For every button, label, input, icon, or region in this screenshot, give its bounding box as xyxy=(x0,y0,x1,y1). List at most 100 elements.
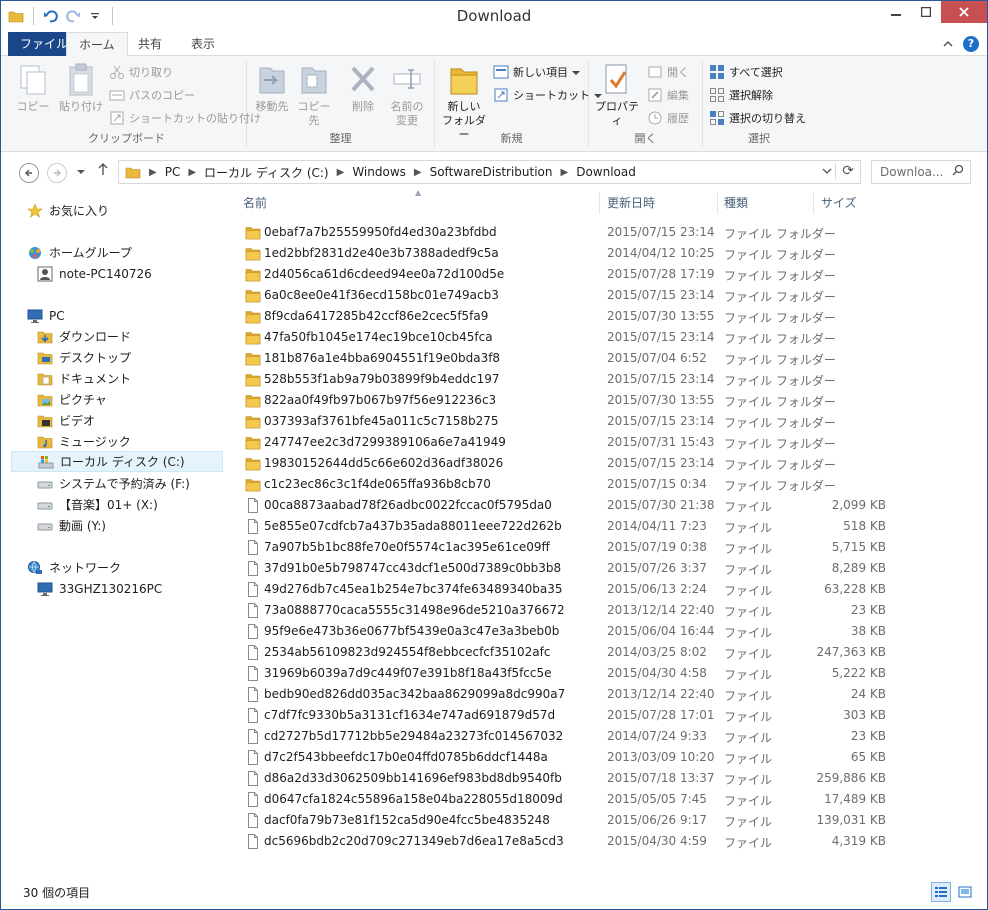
rename-button[interactable]: 名前の 変更 xyxy=(385,60,429,128)
nav-videos[interactable]: ビデオ xyxy=(37,410,95,431)
shortcut-button[interactable]: ショートカット xyxy=(493,85,602,105)
folder-row[interactable]: 2d4056ca61d6cdeed94ee0a72d100d5e 2015/07/… xyxy=(231,264,981,285)
file-row[interactable]: dc5696bdb2c20d709c271349eb7d6ea17e8a5cd3… xyxy=(231,831,981,852)
file-row[interactable]: 2534ab56109823d924554f8ebbcecfcf35102afc… xyxy=(231,642,981,663)
search-box[interactable]: Downloa... xyxy=(871,160,971,184)
invert-selection-button[interactable]: 選択の切り替え xyxy=(709,108,806,128)
file-row[interactable]: 73a0888770caca5555c31498e96de5210a376672… xyxy=(231,600,981,621)
file-name: 47fa50fb1045e174ec19bce10cb45fca xyxy=(264,330,493,344)
nav-documents[interactable]: ドキュメント xyxy=(37,368,131,389)
nav-homegroup[interactable]: ホームグループ xyxy=(27,242,132,263)
search-icon[interactable] xyxy=(952,164,964,179)
nav-music[interactable]: ミュージック xyxy=(37,431,131,452)
file-row[interactable]: 95f9e6e473b36e0677bf5439e0a3c47e3a3beb0b… xyxy=(231,621,981,642)
file-row[interactable]: d0647cfa1824c55896a158e04ba228055d18009d… xyxy=(231,789,981,810)
refresh-icon[interactable]: ⟳ xyxy=(835,163,854,179)
details-view-button[interactable] xyxy=(931,882,951,902)
folder-row[interactable]: 8f9cda6417285b42ccf86e2cec5f5fa9 2015/07/… xyxy=(231,306,981,327)
ribbon: コピー 貼り付け 切り取り パスのコピー ショートカットの貼り付け クリップボー… xyxy=(1,56,987,152)
tab-view[interactable]: 表示 xyxy=(179,32,227,56)
nav-system-reserved[interactable]: システムで予約済み (F:) xyxy=(37,473,190,494)
close-button[interactable] xyxy=(941,1,987,23)
nav-downloads[interactable]: ダウンロード xyxy=(37,326,131,347)
breadcrumb-arrow[interactable]: ▶ xyxy=(149,167,157,178)
move-to-button[interactable]: 移動先 xyxy=(251,60,293,114)
open-label: 開く xyxy=(667,66,689,79)
copy-button[interactable]: コピー xyxy=(13,60,53,114)
file-row[interactable]: 37d91b0e5b798747cc43dcf1e500d7389c0bb3b8… xyxy=(231,558,981,579)
address-dropdown-icon[interactable] xyxy=(822,165,832,178)
file-row[interactable]: 00ca8873aabad78f26adbc0022fccac0f5795da0… xyxy=(231,495,981,516)
folder-row[interactable]: 037393af3761bfe45a011c5c7158b275 2015/07/… xyxy=(231,411,981,432)
nav-pc[interactable]: PC xyxy=(27,305,65,326)
nav-video-drive[interactable]: 動画 (Y:) xyxy=(37,515,106,536)
file-row[interactable]: dacf0fa79b73e81f152ca5d90e4fcc5be4835248… xyxy=(231,810,981,831)
column-header-size[interactable]: サイズ xyxy=(809,192,899,214)
folder-row[interactable]: 47fa50fb1045e174ec19bce10cb45fca 2015/07/… xyxy=(231,327,981,348)
nav-music-drive[interactable]: 【音楽】01+ (X:) xyxy=(37,494,158,515)
delete-button[interactable]: 削除 xyxy=(343,60,383,114)
cut-button[interactable]: 切り取り xyxy=(109,62,173,82)
select-all-button[interactable]: すべて選択 xyxy=(709,62,783,82)
column-header-type[interactable]: 種類 xyxy=(712,192,808,214)
nav-homegroup-user[interactable]: note-PC140726 xyxy=(37,263,152,284)
file-row[interactable]: 49d276db7c45ea1b254e7bc374fe63489340ba35… xyxy=(231,579,981,600)
up-button[interactable] xyxy=(97,162,109,179)
breadcrumb-windows[interactable]: Windows xyxy=(352,165,406,179)
nav-favorites[interactable]: お気に入り xyxy=(27,200,109,221)
folder-row[interactable]: 0ebaf7a7b25559950fd4ed30a23bfdbd 2015/07/… xyxy=(231,222,981,243)
folder-row[interactable]: 822aa0f49fb97b067b97f56e912236c3 2015/07/… xyxy=(231,390,981,411)
column-header-date[interactable]: 更新日時 xyxy=(595,192,715,214)
breadcrumb-arrow[interactable]: ▶ xyxy=(414,167,422,178)
forward-button[interactable] xyxy=(47,163,67,183)
large-icons-view-button[interactable] xyxy=(955,882,975,902)
breadcrumb-pc[interactable]: PC xyxy=(165,165,181,179)
file-row[interactable]: 5e855e07cdfcb7a437b35ada88011eee722d262b… xyxy=(231,516,981,537)
file-row[interactable]: d86a2d33d3062509bb141696ef983bd8db9540fb… xyxy=(231,768,981,789)
breadcrumb-softwaredistribution[interactable]: SoftwareDistribution xyxy=(430,165,553,179)
minimize-button[interactable] xyxy=(881,1,911,23)
address-bar[interactable]: ▶ PC ▶ ローカル ディスク (C:) ▶ Windows ▶ Softwa… xyxy=(118,160,861,184)
file-row[interactable]: cd2727b5d17712bb5e29484a23273fc014567032… xyxy=(231,726,981,747)
breadcrumb-local-disk[interactable]: ローカル ディスク (C:) xyxy=(204,164,329,181)
paste-button[interactable]: 貼り付け xyxy=(57,60,105,114)
folder-row[interactable]: 247747ee2c3d7299389106a6e7a41949 2015/07/… xyxy=(231,432,981,453)
help-icon[interactable]: ? xyxy=(963,36,979,52)
new-item-button[interactable]: 新しい項目 xyxy=(493,62,580,82)
folder-row[interactable]: 181b876a1e4bba6904551f19e0bda3f8 2015/07/… xyxy=(231,348,981,369)
folder-row[interactable]: c1c23ec86c3c1f4de065ffa936b8cb70 2015/07/… xyxy=(231,474,981,495)
copy-to-button[interactable]: コピー先 xyxy=(293,60,335,128)
paste-shortcut-button[interactable]: ショートカットの貼り付け xyxy=(109,108,261,128)
column-header-name[interactable]: 名前 xyxy=(231,192,599,214)
file-row[interactable]: 7a907b5b1bc88fe70e0f5574c1ac395e61ce09ff… xyxy=(231,537,981,558)
breadcrumb-arrow[interactable]: ▶ xyxy=(337,167,345,178)
file-row[interactable]: c7df7fc9330b5a3131cf1634e747ad691879d57d… xyxy=(231,705,981,726)
history-button[interactable]: 履歴 xyxy=(647,108,689,128)
file-row[interactable]: bedb90ed826dd035ac342baa8629099a8dc990a7… xyxy=(231,684,981,705)
maximize-button[interactable] xyxy=(911,1,941,23)
edit-button[interactable]: 編集 xyxy=(647,85,689,105)
recent-locations-dropdown[interactable] xyxy=(77,164,85,178)
folder-row[interactable]: 6a0c8ee0e41f36ecd158bc01e749acb3 2015/07/… xyxy=(231,285,981,306)
nav-network-pc[interactable]: 33GHZ130216PC xyxy=(37,578,162,599)
breadcrumb-arrow[interactable]: ▶ xyxy=(561,167,569,178)
nav-desktop[interactable]: デスクトップ xyxy=(37,347,131,368)
nav-network[interactable]: ネットワーク xyxy=(27,557,121,578)
select-none-button[interactable]: 選択解除 xyxy=(709,85,773,105)
tab-home[interactable]: ホーム xyxy=(66,32,128,57)
copy-path-button[interactable]: パスのコピー xyxy=(109,85,195,105)
back-button[interactable] xyxy=(19,163,39,183)
file-row[interactable]: d7c2f543bbeefdc17b0e04ffd0785b6ddcf1448a… xyxy=(231,747,981,768)
collapse-ribbon-icon[interactable] xyxy=(943,37,953,51)
properties-button[interactable]: プロパティ xyxy=(591,60,643,128)
tab-share[interactable]: 共有 xyxy=(126,32,174,56)
breadcrumb-arrow[interactable]: ▶ xyxy=(188,167,196,178)
folder-row[interactable]: 528b553f1ab9a79b03899f9b4eddc197 2015/07/… xyxy=(231,369,981,390)
nav-pictures[interactable]: ピクチャ xyxy=(37,389,107,410)
open-button[interactable]: 開く xyxy=(647,62,689,82)
nav-local-disk[interactable]: ローカル ディスク (C:) xyxy=(11,451,223,472)
breadcrumb-download[interactable]: Download xyxy=(576,165,636,179)
folder-row[interactable]: 1ed2bbf2831d2e40e3b7388adedf9c5a 2014/04/… xyxy=(231,243,981,264)
file-row[interactable]: 31969b6039a7d9c449f07e391b8f18a43f5fcc5e… xyxy=(231,663,981,684)
folder-row[interactable]: 19830152644dd5c66e602d36adf38026 2015/07/… xyxy=(231,453,981,474)
